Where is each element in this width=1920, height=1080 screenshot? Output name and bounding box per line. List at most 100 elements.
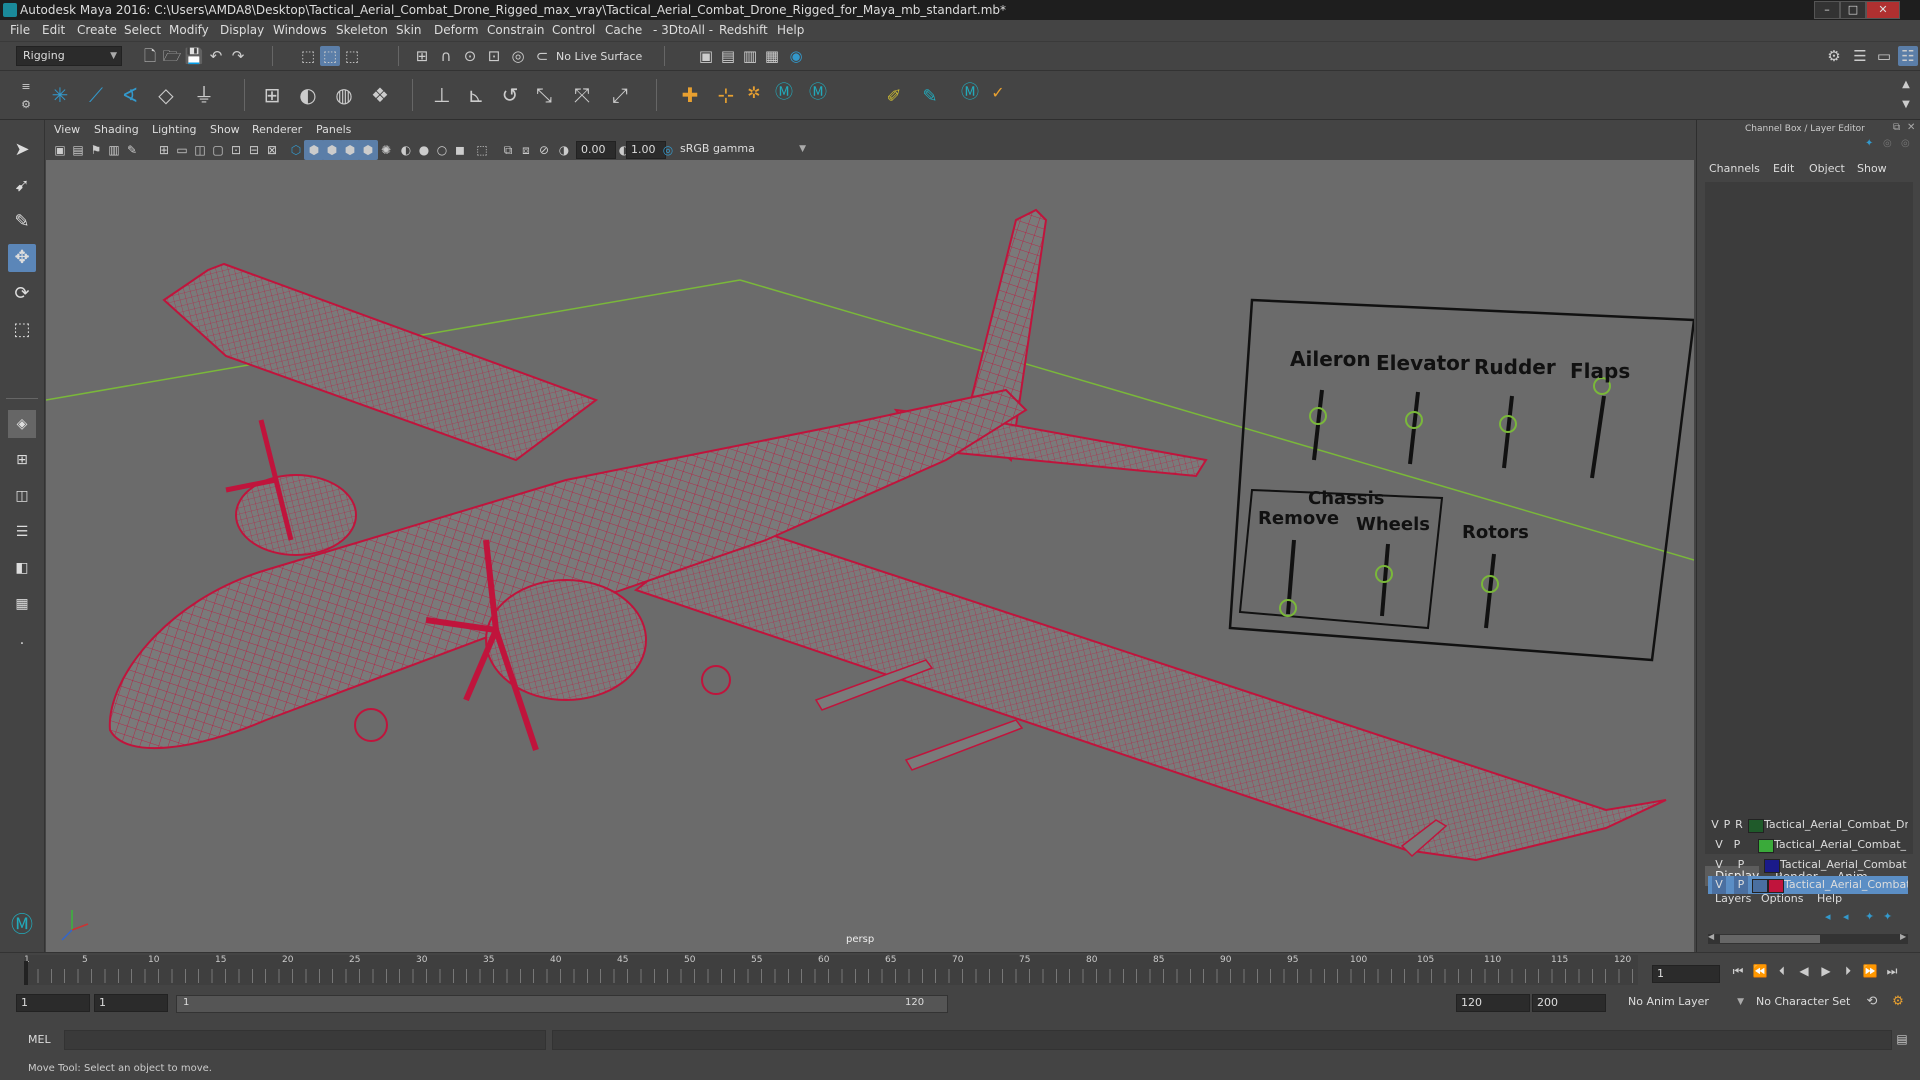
- exposure-icon[interactable]: ◑: [554, 140, 574, 160]
- safe-action-icon[interactable]: ⊟: [244, 140, 264, 160]
- field-chart-icon[interactable]: ⊡: [226, 140, 246, 160]
- step-forward-key-icon[interactable]: ⏩: [1860, 961, 1880, 981]
- menu-skin[interactable]: Skin: [396, 23, 422, 37]
- grease-pencil-icon[interactable]: ✎: [122, 140, 142, 160]
- select-object-icon[interactable]: ⬚: [320, 46, 340, 66]
- channels-menu[interactable]: Channels: [1709, 162, 1760, 175]
- layer-visibility-toggle[interactable]: V: [1712, 836, 1726, 854]
- animation-end-field[interactable]: 200: [1532, 994, 1606, 1012]
- rotate-tool-icon[interactable]: ⟳: [8, 280, 36, 308]
- channel-filter-icon[interactable]: ◎: [1883, 138, 1892, 149]
- two-view-layout-icon[interactable]: ◫: [8, 482, 36, 510]
- single-view-layout-icon[interactable]: ◈: [8, 410, 36, 438]
- play-forwards-icon[interactable]: ▶: [1816, 961, 1836, 981]
- step-back-frame-icon[interactable]: ⏴: [1772, 961, 1792, 981]
- channel-box-toggle-icon[interactable]: ☷: [1898, 46, 1918, 66]
- image-plane-icon[interactable]: ▥: [104, 140, 124, 160]
- select-component-icon[interactable]: ⬚: [342, 46, 362, 66]
- float-panel-icon[interactable]: ⧉: [1893, 122, 1900, 133]
- layer-name[interactable]: Tactical_Aerial_Combat: [1784, 876, 1908, 894]
- live-surface-label[interactable]: No Live Surface: [556, 50, 642, 63]
- workspace-icon[interactable]: ⚙: [1824, 46, 1844, 66]
- menu-modify[interactable]: Modify: [169, 23, 209, 37]
- layer-playback-toggle[interactable]: P: [1730, 836, 1744, 854]
- cluster-handle-icon[interactable]: ✲: [744, 83, 764, 103]
- channel-options-icon[interactable]: ◎: [1901, 138, 1910, 149]
- layer-row[interactable]: V P Tactical_Aerial_Combat_: [1708, 836, 1908, 854]
- aim-constraint-icon[interactable]: ⤧: [572, 85, 592, 105]
- bookmark-icon[interactable]: ⚑: [86, 140, 106, 160]
- layer-row[interactable]: V P Tactical_Aerial_Combat: [1708, 876, 1908, 894]
- auto-key-icon[interactable]: ⟲: [1862, 992, 1882, 1012]
- layer-color-swatch[interactable]: [1748, 819, 1764, 833]
- gate-mask-icon[interactable]: ▢: [208, 140, 228, 160]
- channels-edit-menu[interactable]: Edit: [1773, 162, 1794, 175]
- outliner-layout-icon[interactable]: ☰: [8, 518, 36, 546]
- wireframe-icon[interactable]: ⬡: [286, 140, 306, 160]
- screen-space-ao-icon[interactable]: ○: [432, 140, 452, 160]
- command-input[interactable]: [64, 1030, 546, 1050]
- layer-color-swatch[interactable]: [1758, 839, 1774, 853]
- scroll-right-icon[interactable]: ▶: [1900, 932, 1906, 941]
- joint-tool-icon[interactable]: ✳: [50, 85, 70, 105]
- wire-deformer-icon[interactable]: ◍: [334, 85, 354, 105]
- hik-control-icon[interactable]: Ⓜ: [808, 83, 828, 103]
- cluster-icon[interactable]: ◐: [298, 85, 318, 105]
- textured-icon[interactable]: ⬢: [340, 140, 360, 160]
- menu-select[interactable]: Select: [124, 23, 161, 37]
- viewport-menu-show[interactable]: Show: [210, 123, 240, 136]
- step-forward-frame-icon[interactable]: ⏵: [1838, 961, 1858, 981]
- viewport-menu-renderer[interactable]: Renderer: [252, 123, 302, 136]
- xray-icon[interactable]: ◐: [396, 140, 416, 160]
- checkmark-icon[interactable]: ✓: [988, 83, 1008, 103]
- menuset-dropdown[interactable]: Rigging ▼: [16, 46, 122, 66]
- new-scene-icon[interactable]: 🗋: [140, 46, 160, 66]
- character-set-dropdown[interactable]: No Character Set: [1750, 994, 1876, 1010]
- exposure-field[interactable]: 0.00: [576, 141, 616, 159]
- channel-key-icon[interactable]: ✦: [1865, 138, 1873, 149]
- menu-deform[interactable]: Deform: [434, 23, 479, 37]
- go-to-start-icon[interactable]: ⏮: [1728, 961, 1748, 981]
- render-frame-icon[interactable]: ▤: [718, 46, 738, 66]
- layer-name[interactable]: Tactical_Aerial_Combat_: [1774, 836, 1906, 854]
- pole-vector-icon[interactable]: ⤢: [610, 85, 630, 105]
- attribute-editor-icon[interactable]: ☰: [1850, 46, 1870, 66]
- shelf-scroll-down-icon[interactable]: ▼: [1896, 95, 1916, 115]
- perspective-viewport[interactable]: Aileron Elevator Rudder Flaps Chassis Re…: [46, 160, 1694, 952]
- viewport-menu-view[interactable]: View: [54, 123, 80, 136]
- shelf-settings-icon[interactable]: ⚙: [16, 95, 36, 115]
- scrollbar-thumb[interactable]: [1720, 935, 1820, 943]
- maya-script-icon[interactable]: Ⓜ: [960, 83, 980, 103]
- layer-move-down-icon[interactable]: ◂: [1843, 910, 1849, 923]
- scale-constraint-icon[interactable]: ⤡: [534, 85, 554, 105]
- new-layer-selected-icon[interactable]: ✦: [1883, 910, 1892, 923]
- step-back-key-icon[interactable]: ⏪: [1750, 961, 1770, 981]
- channel-list-area[interactable]: [1705, 182, 1913, 854]
- menu-display[interactable]: Display: [220, 23, 264, 37]
- frame-all-icon[interactable]: ⧉: [498, 140, 518, 160]
- time-slider[interactable]: 1 5 10 15 20 25 30 35 40 45 50 55 60 65 …: [0, 952, 1920, 989]
- group-locator-icon[interactable]: ⊹: [716, 85, 736, 105]
- play-backwards-icon[interactable]: ◀: [1794, 961, 1814, 981]
- orient-constraint-icon[interactable]: ↺: [500, 85, 520, 105]
- menu-cache[interactable]: Cache: [605, 23, 642, 37]
- custom-layout-icon[interactable]: ·: [8, 630, 36, 658]
- ipr-render-icon[interactable]: ▥: [740, 46, 760, 66]
- scale-tool-icon[interactable]: ⬚: [8, 316, 36, 344]
- maximize-button[interactable]: □: [1840, 1, 1866, 19]
- skin-bind-icon[interactable]: ◇: [156, 85, 176, 105]
- render-settings-icon[interactable]: ▦: [762, 46, 782, 66]
- frame-selected-icon[interactable]: ⧈: [516, 140, 536, 160]
- film-gate-icon[interactable]: ▭: [172, 140, 192, 160]
- smooth-shade-icon[interactable]: ⬢: [304, 140, 324, 160]
- sculpt-deformer-icon[interactable]: ❖: [370, 85, 390, 105]
- minimize-button[interactable]: –: [1814, 1, 1840, 19]
- wireframe-on-shaded-icon[interactable]: ⬢: [322, 140, 342, 160]
- snap-grid-icon[interactable]: ⊞: [412, 46, 432, 66]
- ik-spline-icon[interactable]: ∢: [120, 85, 140, 105]
- hik-icon[interactable]: Ⓜ: [774, 83, 794, 103]
- range-slider[interactable]: 1 120: [176, 995, 948, 1013]
- menu-3dtoall[interactable]: - 3DtoAll -: [653, 23, 713, 37]
- paint-select-tool-icon[interactable]: ✎: [8, 208, 36, 236]
- isolate-select-icon[interactable]: ⬚: [472, 140, 492, 160]
